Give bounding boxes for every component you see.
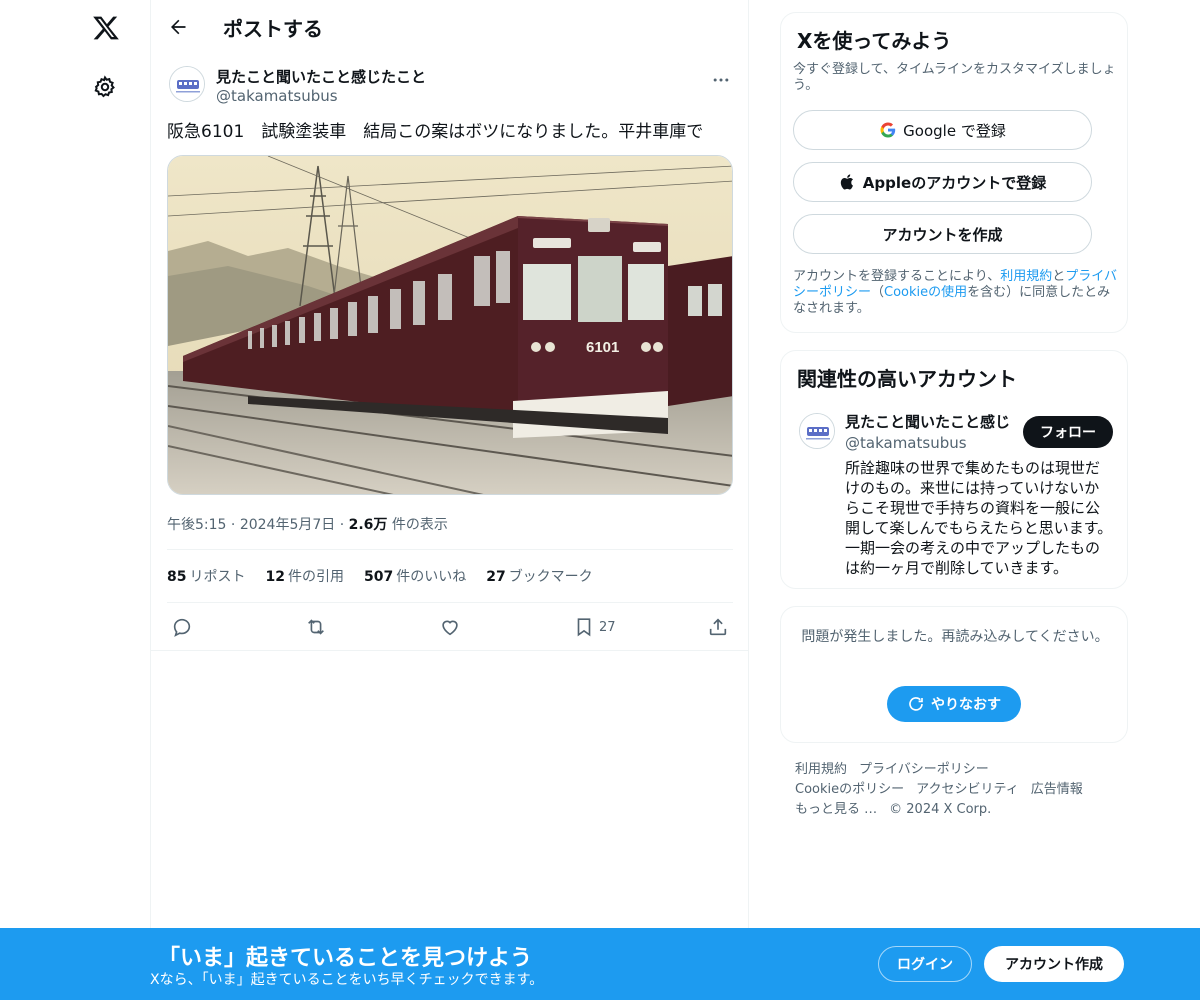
terms-link[interactable]: 利用規約 — [1000, 269, 1052, 284]
views-count: 2.6万 — [348, 517, 388, 533]
bookmark-button[interactable]: 27 — [573, 612, 616, 642]
footer-link-ads[interactable]: 広告情報 — [1031, 782, 1083, 797]
gear-icon[interactable] — [91, 73, 119, 101]
google-icon — [880, 122, 896, 138]
related-title: 関連性の高いアカウント — [797, 367, 1017, 391]
stat-likes[interactable]: 507 件のいいね — [364, 566, 466, 588]
back-button[interactable] — [163, 12, 193, 42]
terms-text: アカウントを登録することにより、 — [793, 269, 1001, 284]
post-photo[interactable]: 6101 — [167, 155, 733, 495]
footer-link-accessibility[interactable]: アクセシビリティ — [916, 782, 1019, 797]
arrow-left-icon — [171, 19, 186, 35]
post-time[interactable]: 午後5:15 — [167, 517, 226, 533]
terms-text: （ — [871, 285, 885, 300]
cookie-link[interactable]: Cookieの使用 — [884, 285, 967, 300]
retry-label: やりなおす — [931, 697, 1001, 713]
repost-button[interactable] — [305, 612, 327, 642]
error-card: 問題が発生しました。再読み込みしてください。 やりなおす — [780, 606, 1128, 743]
terms-notice: アカウントを登録することにより、利用規約とプライバシーポリシー（Cookieの使… — [793, 269, 1119, 317]
signup-title: Xを使ってみよう — [797, 29, 952, 53]
error-message: 問題が発生しました。再読み込みしてください。 — [801, 629, 1109, 645]
apple-icon — [840, 174, 853, 190]
post-header: ポストする — [151, 0, 749, 53]
author-name[interactable]: 見たこと聞いたこと感じたこと — [216, 66, 426, 87]
signup-banner: 「いま」起きていることを見つけよう Xなら、「いま」起きていることをいち早くチェ… — [0, 928, 1200, 1000]
divider — [151, 650, 749, 651]
google-signup-label: Google で登録 — [903, 121, 1006, 140]
apple-signup-label: Appleのアカウントで登録 — [862, 173, 1047, 192]
heart-icon — [442, 620, 458, 636]
signup-card: Xを使ってみよう 今すぐ登録して、タイムラインをカスタマイズしましょう。 Goo… — [780, 12, 1128, 333]
like-button[interactable] — [439, 612, 461, 642]
post-author: 見たこと聞いたこと感じたこと @takamatsubus — [167, 64, 733, 108]
related-account-handle[interactable]: @takamatsubus — [845, 434, 967, 452]
footer-links: 利用規約 プライバシーポリシー Cookieのポリシー アクセシビリティ 広告情報 も… — [795, 760, 1125, 820]
share-icon — [709, 618, 727, 636]
avatar[interactable] — [169, 66, 205, 102]
stat-bookmarks[interactable]: 27 ブックマーク — [486, 566, 592, 588]
banner-title: 「いま」起きていることを見つけよう — [158, 946, 533, 971]
bookmark-icon — [577, 618, 591, 637]
google-signup-button[interactable]: Google で登録 — [793, 110, 1092, 150]
signup-subtitle: 今すぐ登録して、タイムラインをカスタマイズしましょう。 — [793, 62, 1116, 93]
footer-link-privacy[interactable]: プライバシーポリシー — [859, 762, 989, 777]
create-account-button[interactable]: アカウントを作成 — [793, 214, 1092, 254]
create-account-label: アカウントを作成 — [882, 225, 1003, 244]
divider — [167, 602, 733, 603]
post-text: 阪急6101 試験塗装車 結局この案はボツになりました。平井車庫で — [167, 122, 704, 142]
related-account-bio: 所詮趣味の世界で集めたものは現世だけのもの。来世には持っていけないからこそ現世で… — [845, 459, 1113, 577]
banner-subtitle: Xなら、「いま」起きていることをいち早くチェックできます。 — [150, 972, 544, 988]
train-number: 6101 — [586, 339, 619, 356]
page-title: ポストする — [223, 17, 323, 41]
main-column: ポストする 見たこと聞いたこと感じたこと @takamatsubus 阪急610… — [150, 0, 749, 1000]
more-icon — [713, 78, 729, 82]
views-label: 件の表示 — [391, 517, 448, 533]
author-handle[interactable]: @takamatsubus — [216, 87, 338, 105]
follow-button[interactable]: フォロー — [1023, 416, 1113, 448]
retry-button[interactable]: やりなおす — [887, 686, 1021, 722]
post-meta: 午後5:15 · 2024年5月7日 · 2.6万 件の表示 — [167, 517, 448, 533]
post-date[interactable]: 2024年5月7日 — [240, 517, 335, 533]
login-button[interactable]: ログイン — [878, 946, 972, 982]
divider — [167, 549, 733, 550]
apple-signup-button[interactable]: Appleのアカウントで登録 — [793, 162, 1092, 202]
repost-icon — [308, 619, 324, 635]
footer-link-cookies[interactable]: Cookieのポリシー — [795, 782, 904, 797]
terms-text: と — [1052, 269, 1066, 284]
related-accounts-card: 関連性の高いアカウント 見たこと聞いたこと感じ @takamatsubus フォ… — [780, 350, 1128, 589]
refresh-icon — [909, 697, 923, 711]
reply-button[interactable] — [171, 612, 193, 642]
reply-icon — [173, 618, 191, 637]
more-options-button[interactable] — [709, 68, 733, 92]
footer-link-terms[interactable]: 利用規約 — [795, 762, 847, 777]
post-actions: 27 — [167, 612, 733, 642]
related-account-name[interactable]: 見たこと聞いたこと感じ — [845, 411, 1015, 432]
footer-link-more[interactable]: もっと見る … — [795, 802, 877, 817]
footer-copyright: © 2024 X Corp. — [889, 802, 992, 817]
left-nav — [0, 0, 150, 1000]
avatar[interactable] — [799, 413, 835, 449]
stat-quotes[interactable]: 12 件の引用 — [265, 566, 343, 588]
banner-signup-button[interactable]: アカウント作成 — [984, 946, 1124, 982]
stat-reposts[interactable]: 85 リポスト — [167, 566, 245, 588]
x-logo-icon[interactable] — [88, 10, 124, 46]
post-stats: 85 リポスト 12 件の引用 507 件のいいね 27 ブックマーク — [167, 566, 593, 588]
bookmark-count: 27 — [599, 619, 616, 635]
share-button[interactable] — [707, 612, 729, 642]
